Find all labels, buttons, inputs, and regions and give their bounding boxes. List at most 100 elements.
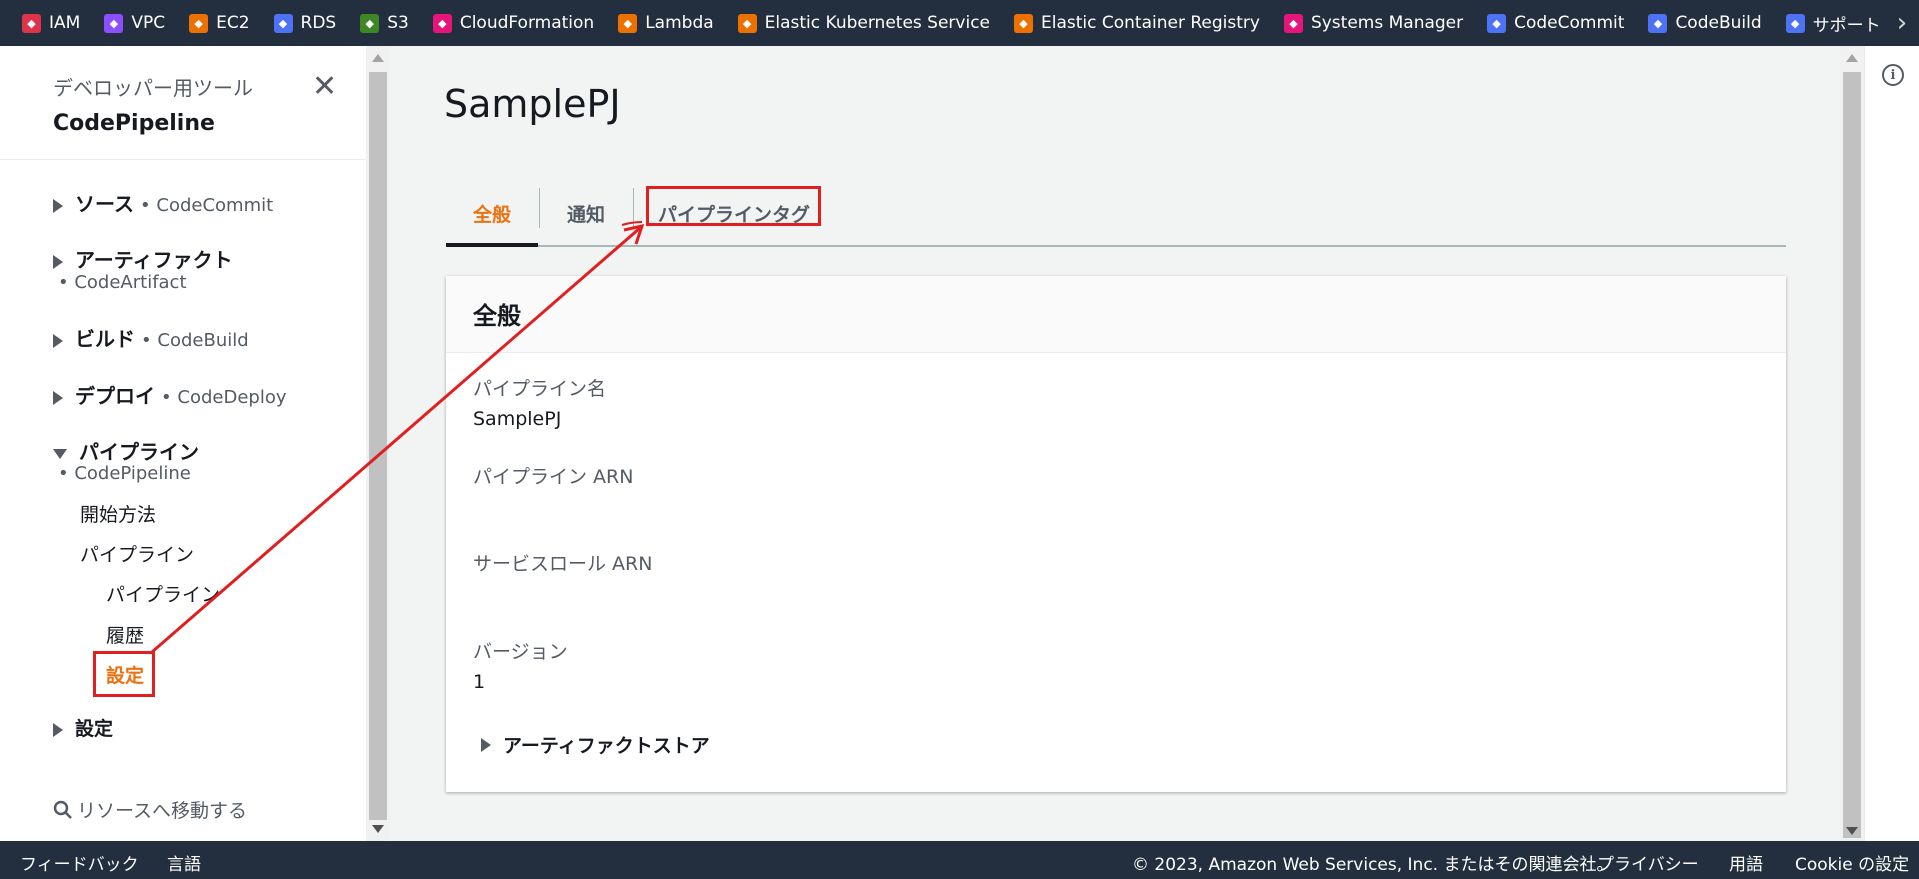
privacy-link[interactable]: プライバシー xyxy=(1597,850,1699,875)
caret-down-icon xyxy=(53,448,67,459)
sidebar-header: デベロッパー用ツール CodePipeline ✕ xyxy=(0,46,366,160)
scroll-down-icon[interactable] xyxy=(372,825,384,833)
lambda-icon: ◆ xyxy=(618,13,638,33)
favorite-label: Lambda xyxy=(645,13,714,33)
caret-right-icon xyxy=(53,198,63,213)
favorite-label: IAM xyxy=(49,13,81,33)
info-icon[interactable]: i xyxy=(1882,64,1904,86)
favorite-codecommit[interactable]: ◆ CodeCommit xyxy=(1487,13,1624,33)
scroll-up-icon[interactable] xyxy=(372,54,384,62)
favorite-label: CodeBuild xyxy=(1675,13,1762,33)
page-title: SamplePJ xyxy=(444,82,621,126)
codecommit-icon: ◆ xyxy=(1487,13,1507,33)
favorite-systems-manager[interactable]: ◆ Systems Manager xyxy=(1283,13,1464,33)
systems-manager-icon: ◆ xyxy=(1283,13,1303,33)
field-label-pipeline-arn: パイプライン ARN xyxy=(473,466,634,488)
artifact-store-expander[interactable]: アーティファクトストア xyxy=(481,731,710,758)
caret-right-icon xyxy=(53,254,63,269)
scrollbar-thumb[interactable] xyxy=(1843,72,1861,838)
favorite-label: RDS xyxy=(300,13,337,33)
field-label-service-role-arn: サービスロール ARN xyxy=(473,553,653,575)
favorite-label: Systems Manager xyxy=(1310,13,1464,33)
nav-section-label: デプロイ xyxy=(75,384,155,408)
favorite-label: Elastic Kubernetes Service xyxy=(764,13,990,33)
favorite-lambda[interactable]: ◆ Lambda xyxy=(618,13,714,33)
nav-section-deploy[interactable]: デプロイ • CodeDeploy xyxy=(53,380,287,409)
favorite-ec2[interactable]: ◆ EC2 xyxy=(189,13,250,33)
caret-right-icon xyxy=(53,333,63,348)
support-icon: ◆ xyxy=(1785,13,1805,33)
favorite-iam[interactable]: ◆ IAM xyxy=(22,13,80,33)
s3-icon: ◆ xyxy=(360,13,380,33)
console-footer: フィードバック 言語 © 2023, Amazon Web Services, … xyxy=(0,841,1919,879)
favorite-rds[interactable]: ◆ RDS xyxy=(273,13,337,33)
language-link[interactable]: 言語 xyxy=(167,850,201,875)
ecr-icon: ◆ xyxy=(1014,13,1033,33)
favorite-label: S3 xyxy=(387,13,409,33)
nav-section-service: • CodePipeline xyxy=(58,463,191,484)
iam-icon: ◆ xyxy=(22,13,41,33)
nav-section-label: 設定 xyxy=(75,718,114,740)
caret-right-icon xyxy=(53,390,63,405)
favorite-support[interactable]: ◆ サポート xyxy=(1785,11,1881,36)
cookie-settings-link[interactable]: Cookie の設定 xyxy=(1795,850,1909,875)
nav-section-label: ソース xyxy=(75,192,134,216)
expander-label: アーティファクトストア xyxy=(503,735,710,757)
nav-section-build[interactable]: ビルド • CodeBuild xyxy=(53,323,249,352)
nav-section-service: • CodeBuild xyxy=(141,330,249,351)
favorite-eks[interactable]: ◆ Elastic Kubernetes Service xyxy=(737,13,990,33)
nav-item-pipeline[interactable]: パイプライン xyxy=(106,580,220,607)
field-value-pipeline-name: SamplePJ xyxy=(473,408,562,430)
favorite-label: CodeCommit xyxy=(1514,13,1625,33)
panel-title: 全般 xyxy=(446,276,1786,353)
codebuild-icon: ◆ xyxy=(1648,13,1668,33)
sidebar-scrollbar[interactable] xyxy=(366,46,390,841)
field-value-version: 1 xyxy=(473,671,486,693)
scrollbar-thumb[interactable] xyxy=(369,72,387,820)
favorite-label: CloudFormation xyxy=(459,13,595,33)
favorite-codebuild[interactable]: ◆ CodeBuild xyxy=(1648,13,1762,33)
favorite-label: EC2 xyxy=(216,13,250,33)
caret-right-icon xyxy=(481,737,491,752)
nav-item-getting-started[interactable]: 開始方法 xyxy=(80,500,156,527)
favorite-vpc[interactable]: ◆ VPC xyxy=(104,13,165,33)
vpc-icon: ◆ xyxy=(104,13,124,33)
tab-notifications[interactable]: 通知 xyxy=(540,182,632,245)
favorite-label: サポート xyxy=(1812,15,1881,36)
nav-section-settings[interactable]: 設定 xyxy=(53,714,113,741)
nav-section-label: パイプライン xyxy=(79,440,199,464)
nav-section-service: • CodeCommit xyxy=(140,195,274,216)
nav-item-history[interactable]: 履歴 xyxy=(106,621,144,648)
favorite-cloudformation[interactable]: ◆ CloudFormation xyxy=(432,13,595,33)
feedback-link[interactable]: フィードバック xyxy=(20,850,139,875)
goto-resource-link[interactable]: リソースへ移動する xyxy=(53,796,247,823)
general-panel: 全般 パイプライン名 SamplePJ パイプライン ARN サービスロール A… xyxy=(446,276,1786,792)
ec2-icon: ◆ xyxy=(189,13,209,33)
close-icon[interactable]: ✕ xyxy=(312,72,337,102)
help-panel-rail: i xyxy=(1864,46,1919,841)
search-icon xyxy=(53,800,72,819)
nav-section-artifact[interactable]: アーティファクト xyxy=(53,244,233,273)
field-label-version: バージョン xyxy=(473,641,568,663)
nav-section-service: • CodeDeploy xyxy=(161,387,287,408)
favorite-label: Elastic Container Registry xyxy=(1041,13,1260,33)
copyright-text: © 2023, Amazon Web Services, Inc. またはその関… xyxy=(1132,855,1614,875)
scroll-down-icon[interactable] xyxy=(1846,827,1858,835)
nav-section-service: • CodeArtifact xyxy=(58,272,187,293)
favorite-label: VPC xyxy=(131,13,166,33)
favorite-ecr[interactable]: ◆ Elastic Container Registry xyxy=(1014,13,1260,33)
caret-right-icon xyxy=(53,722,63,737)
nav-section-source[interactable]: ソース • CodeCommit xyxy=(53,188,273,217)
main-scrollbar[interactable] xyxy=(1840,46,1864,841)
field-label-pipeline-name: パイプライン名 xyxy=(473,378,607,400)
terms-link[interactable]: 用語 xyxy=(1729,850,1763,875)
favorite-s3[interactable]: ◆ S3 xyxy=(360,13,409,33)
tab-general[interactable]: 全般 xyxy=(446,182,538,247)
goto-resource-label: リソースへ移動する xyxy=(77,800,248,822)
scroll-up-icon[interactable] xyxy=(1846,54,1858,62)
chevron-right-icon[interactable]: › xyxy=(1885,0,1919,46)
sidebar-title[interactable]: CodePipeline xyxy=(53,111,366,136)
nav-item-pipelines[interactable]: パイプライン xyxy=(80,540,194,567)
favorites-bar: ◆ IAM ◆ VPC ◆ EC2 ◆ RDS ◆ S3 ◆ CloudFormation ◆ Lambd… xyxy=(0,0,1919,46)
nav-section-pipeline[interactable]: パイプライン xyxy=(53,436,199,465)
